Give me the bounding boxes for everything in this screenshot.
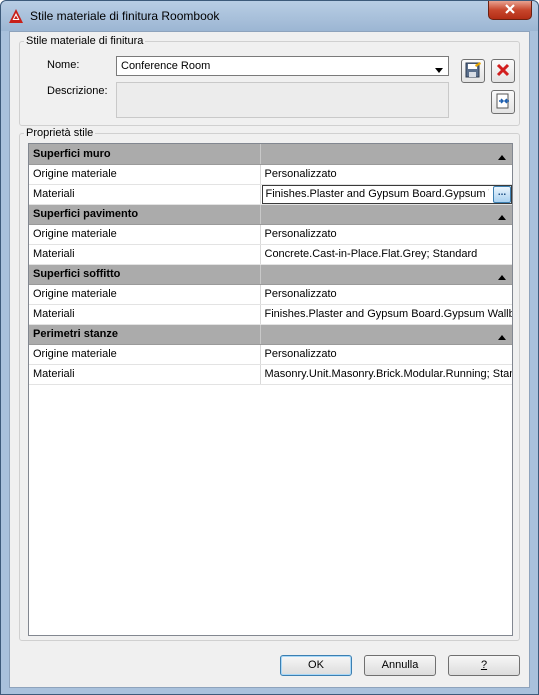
browse-button[interactable]: ...: [493, 185, 511, 203]
category-row[interactable]: Superfici muro: [29, 144, 512, 165]
ok-button[interactable]: OK: [280, 655, 352, 676]
property-value: Personalizzato: [260, 344, 512, 365]
title-bar[interactable]: Stile materiale di finitura Roombook: [1, 1, 538, 31]
property-value: Finishes.Plaster and Gypsum Board.Gypsum…: [260, 304, 512, 325]
property-key: Origine materiale: [29, 344, 261, 365]
category-name: Superfici muro: [29, 144, 261, 165]
properties-group-label: Proprietà stile: [24, 127, 96, 139]
collapse-arrow-icon[interactable]: [498, 271, 506, 283]
property-table: Superfici muro Origine materiale Persona…: [29, 144, 512, 385]
window-title: Stile materiale di finitura Roombook: [30, 9, 220, 23]
collapse-arrow-icon[interactable]: [498, 151, 506, 163]
property-row[interactable]: Materiali Finishes.Plaster and Gypsum Bo…: [29, 304, 512, 325]
property-key: Materiali: [29, 184, 261, 205]
close-icon: [504, 3, 516, 17]
dialog-window: Stile materiale di finitura Roombook Sti…: [0, 0, 539, 695]
delete-icon: [496, 63, 510, 80]
category-name: Superfici pavimento: [29, 204, 261, 225]
style-group-label: Stile materiale di finitura: [24, 35, 146, 47]
property-row[interactable]: Materiali Finishes.Plaster and Gypsum Bo…: [29, 184, 512, 205]
autocad-icon: [8, 8, 24, 24]
property-key: Origine materiale: [29, 224, 261, 245]
property-row[interactable]: Origine materiale Personalizzato: [29, 344, 512, 365]
import-export-icon: [495, 93, 511, 112]
property-row[interactable]: Materiali Concrete.Cast-in-Place.Flat.Gr…: [29, 244, 512, 265]
property-value: Personalizzato: [260, 164, 512, 185]
property-value: Personalizzato: [260, 284, 512, 305]
materials-edit-field[interactable]: Finishes.Plaster and Gypsum Board.Gypsum…: [261, 184, 512, 203]
description-label: Descrizione:: [47, 85, 108, 97]
description-field[interactable]: [116, 82, 449, 118]
category-row[interactable]: Superfici soffitto: [29, 264, 512, 285]
property-value: Concrete.Cast-in-Place.Flat.Grey; Standa…: [260, 244, 512, 265]
save-icon: [465, 61, 481, 81]
name-label: Nome:: [47, 59, 80, 71]
help-button[interactable]: ?: [448, 655, 520, 676]
category-row[interactable]: Superfici pavimento: [29, 204, 512, 225]
name-combobox[interactable]: Conference Room: [116, 56, 449, 76]
property-key: Origine materiale: [29, 164, 261, 185]
category-row[interactable]: Perimetri stanze: [29, 324, 512, 345]
save-style-button[interactable]: [461, 59, 485, 83]
property-value: Masonry.Unit.Masonry.Brick.Modular.Runni…: [260, 364, 512, 385]
dialog-body: Stile materiale di finitura Nome: Confer…: [9, 31, 530, 688]
property-key: Materiali: [29, 364, 261, 385]
collapse-arrow-icon[interactable]: [498, 211, 506, 223]
property-key: Materiali: [29, 244, 261, 265]
name-combobox-value: Conference Room: [121, 60, 211, 72]
close-button[interactable]: [488, 1, 532, 20]
property-row[interactable]: Origine materiale Personalizzato: [29, 224, 512, 245]
property-value: Personalizzato: [260, 224, 512, 245]
property-grid[interactable]: Superfici muro Origine materiale Persona…: [28, 143, 513, 636]
chevron-down-icon: [435, 64, 443, 76]
import-export-button[interactable]: [491, 90, 515, 114]
property-row[interactable]: Origine materiale Personalizzato: [29, 284, 512, 305]
cancel-button[interactable]: Annulla: [364, 655, 436, 676]
delete-style-button[interactable]: [491, 59, 515, 83]
category-name: Superfici soffitto: [29, 264, 261, 285]
collapse-arrow-icon[interactable]: [498, 331, 506, 343]
category-name: Perimetri stanze: [29, 324, 261, 345]
property-row[interactable]: Materiali Masonry.Unit.Masonry.Brick.Mod…: [29, 364, 512, 385]
property-row[interactable]: Origine materiale Personalizzato: [29, 164, 512, 185]
property-key: Origine materiale: [29, 284, 261, 305]
property-value: Finishes.Plaster and Gypsum Board.Gypsum…: [265, 187, 490, 200]
property-key: Materiali: [29, 304, 261, 325]
